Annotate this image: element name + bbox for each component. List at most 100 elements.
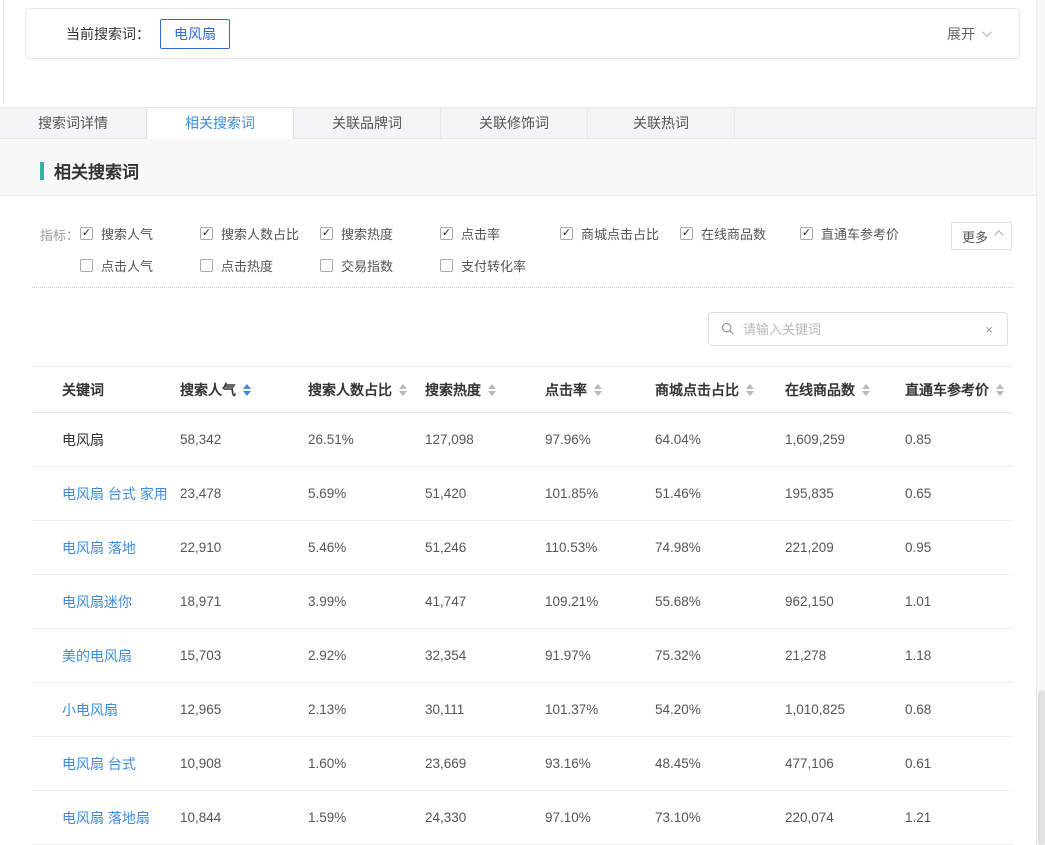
checkbox-checked-icon[interactable]: ✓ — [200, 227, 213, 240]
sort-arrows-icon[interactable] — [996, 384, 1004, 396]
cell-value: 1,010,825 — [755, 683, 875, 737]
metric-checkbox-item[interactable]: 点击热度 — [200, 256, 320, 275]
sort-arrows-icon[interactable] — [862, 384, 870, 396]
metric-label: 直通车参考价 — [821, 224, 899, 243]
metric-checkbox-item[interactable]: ✓搜索人数占比 — [200, 224, 320, 243]
tab-3[interactable]: 关联品牌词 — [294, 108, 441, 138]
keyword-link[interactable]: 电风扇迷你 — [32, 575, 150, 629]
cell-value: 2.92% — [278, 629, 395, 683]
cell-value: 48.45% — [625, 737, 755, 791]
metric-checkbox-item[interactable]: ✓ 点击率 — [440, 224, 560, 243]
cell-value: 41,747 — [395, 575, 515, 629]
checkbox-checked-icon[interactable]: ✓ — [800, 227, 813, 240]
sort-arrows-icon[interactable] — [243, 384, 251, 396]
metric-checkbox-item[interactable]: ✓ 直通车参考价 — [800, 224, 920, 243]
tab-5[interactable]: 关联热词 — [588, 108, 735, 138]
keyword-link[interactable]: 电风扇 落地扇 — [32, 791, 150, 845]
column-header-2[interactable]: 搜索人气 — [150, 367, 278, 413]
sort-arrows-icon[interactable] — [746, 384, 754, 396]
metric-checkbox-item[interactable]: 点击人气 — [80, 256, 200, 275]
table-row: 电风扇迷你18,9713.99%41,747109.21%55.68%962,1… — [32, 575, 1013, 629]
table-body: 电风扇58,34226.51%127,09897.96%64.04%1,609,… — [32, 413, 1013, 845]
clear-input-icon[interactable]: × — [983, 322, 995, 337]
column-header-5[interactable]: 点击率 — [515, 367, 625, 413]
checkbox-checked-icon[interactable]: ✓ — [560, 227, 573, 240]
column-label: 在线商品数 — [785, 382, 855, 398]
checkbox-checked-icon[interactable]: ✓ — [440, 227, 453, 240]
keyword-link[interactable]: 电风扇 台式 — [32, 737, 150, 791]
sort-arrows-icon[interactable] — [594, 384, 602, 396]
column-header-3[interactable]: 搜索人数占比 — [278, 367, 395, 413]
cell-value: 73.10% — [625, 791, 755, 845]
table-row: 电风扇 台式 家用23,4785.69%51,420101.85%51.46%1… — [32, 467, 1013, 521]
cell-value: 0.85 — [875, 413, 1013, 467]
metric-checkbox-item[interactable]: ✓搜索热度 — [320, 224, 440, 243]
tab-2[interactable]: 相关搜索词 — [147, 108, 294, 139]
current-term-tag[interactable]: 电风扇 — [160, 19, 230, 49]
keyword-link[interactable]: 电风扇 台式 家用 — [32, 467, 150, 521]
column-header-6[interactable]: 商城点击占比 — [625, 367, 755, 413]
tab-4[interactable]: 关联修饰词 — [441, 108, 588, 138]
cell-value: 1.21 — [875, 791, 1013, 845]
checkbox-unchecked-icon[interactable] — [320, 259, 333, 272]
metric-checkbox-item[interactable]: ✓在线商品数 — [680, 224, 800, 243]
checkbox-checked-icon[interactable]: ✓ — [80, 227, 93, 240]
cell-value: 1.18 — [875, 629, 1013, 683]
column-label: 搜索热度 — [425, 382, 481, 398]
cell-value: 5.69% — [278, 467, 395, 521]
metric-checkbox-item[interactable]: 交易指数 — [320, 256, 440, 275]
table-row: 电风扇 落地扇10,8441.59%24,33097.10%73.10%220,… — [32, 791, 1013, 845]
metric-checkbox-item[interactable]: ✓ 商城点击占比 — [560, 224, 680, 243]
cell-value: 51.46% — [625, 467, 755, 521]
metric-label: 点击热度 — [221, 256, 273, 275]
cell-value: 93.16% — [515, 737, 625, 791]
cell-value: 58,342 — [150, 413, 278, 467]
keyword-link[interactable]: 小电风扇 — [32, 683, 150, 737]
table-row: 电风扇58,34226.51%127,09897.96%64.04%1,609,… — [32, 413, 1013, 467]
column-label: 搜索人气 — [180, 382, 236, 398]
metrics-label: 指标： — [40, 224, 70, 275]
sort-arrows-icon[interactable] — [399, 384, 407, 396]
keyword-link[interactable]: 美的电风扇 — [32, 629, 150, 683]
checkbox-unchecked-icon[interactable] — [440, 259, 453, 272]
current-term-group: 当前搜索词： 电风扇 — [66, 19, 230, 49]
table-header-row: 关键词搜索人气搜索人数占比搜索热度点击率商城点击占比在线商品数直通车参考价 — [32, 367, 1013, 413]
metric-label: 点击率 — [461, 224, 500, 243]
metric-checkbox-item[interactable]: 支付转化率 — [440, 256, 560, 275]
section-title: 相关搜索词 — [54, 158, 139, 183]
metric-checkbox-item[interactable]: ✓搜索人气 — [80, 224, 200, 243]
sort-arrows-icon[interactable] — [488, 384, 496, 396]
column-header-8[interactable]: 直通车参考价 — [875, 367, 1013, 413]
cell-value: 2.13% — [278, 683, 395, 737]
checkbox-checked-icon[interactable]: ✓ — [680, 227, 693, 240]
checkbox-unchecked-icon[interactable] — [80, 259, 93, 272]
more-metrics-button[interactable]: 更多 — [951, 222, 1012, 250]
cell-value: 30,111 — [395, 683, 515, 737]
cell-value: 3.99% — [278, 575, 395, 629]
table-row: 电风扇 落地22,9105.46%51,246110.53%74.98%221,… — [32, 521, 1013, 575]
tab-1[interactable]: 搜索词详情 — [0, 108, 147, 138]
expand-toggle[interactable]: 展开 — [947, 24, 989, 44]
metric-label: 商城点击占比 — [581, 224, 659, 243]
cell-value: 0.68 — [875, 683, 1013, 737]
cell-value: 51,420 — [395, 467, 515, 521]
metric-row-1: ✓搜索人气✓搜索人数占比✓搜索热度✓点击率✓商城点击占比✓在线商品数✓直通车参考… — [80, 224, 920, 243]
keyword-search-input[interactable] — [743, 322, 983, 337]
cell-value: 0.61 — [875, 737, 1013, 791]
scrollbar-thumb[interactable] — [1038, 690, 1045, 845]
keyword-link[interactable]: 电风扇 落地 — [32, 521, 150, 575]
dotted-divider — [32, 287, 1013, 288]
title-accent-bar — [40, 162, 44, 180]
cell-value: 21,278 — [755, 629, 875, 683]
checkbox-unchecked-icon[interactable] — [200, 259, 213, 272]
cell-value: 55.68% — [625, 575, 755, 629]
cell-value: 1.59% — [278, 791, 395, 845]
cell-value: 74.98% — [625, 521, 755, 575]
metric-label: 交易指数 — [341, 256, 393, 275]
table-row: 电风扇 台式10,9081.60%23,66993.16%48.45%477,1… — [32, 737, 1013, 791]
vertical-scrollbar[interactable] — [1036, 0, 1045, 845]
column-header-4[interactable]: 搜索热度 — [395, 367, 515, 413]
column-header-7[interactable]: 在线商品数 — [755, 367, 875, 413]
expand-label: 展开 — [947, 24, 975, 44]
checkbox-checked-icon[interactable]: ✓ — [320, 227, 333, 240]
